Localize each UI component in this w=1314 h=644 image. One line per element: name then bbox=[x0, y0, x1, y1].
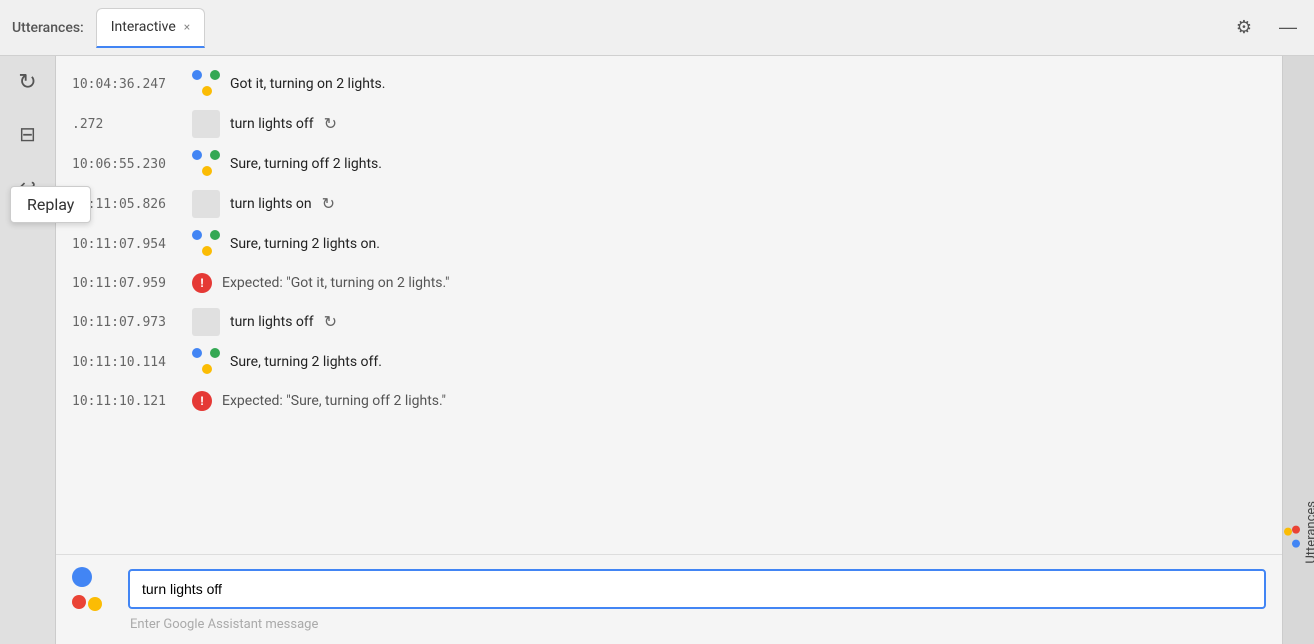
dot-blue bbox=[192, 150, 202, 160]
message-text: Got it, turning on 2 lights. bbox=[230, 76, 1266, 92]
message-text: Expected: "Got it, turning on 2 lights." bbox=[222, 275, 1266, 291]
dot-yellow bbox=[202, 86, 212, 96]
message-text: turn lights off ↻ bbox=[230, 112, 1266, 136]
dot-red bbox=[72, 595, 86, 609]
dot-green bbox=[210, 230, 220, 240]
timestamp: 10:11:10.121 bbox=[72, 394, 182, 409]
dot-blue bbox=[192, 230, 202, 240]
timestamp: 10:11:10.114 bbox=[72, 355, 182, 370]
messages-list: 10:04:36.247 Got it, turning on 2 lights… bbox=[56, 56, 1282, 554]
assistant-avatar bbox=[192, 230, 220, 258]
title-label: Utterances: bbox=[12, 20, 84, 36]
left-sidebar: ↻ ⊟ ↩ Replay bbox=[0, 56, 56, 644]
timestamp: 10:11:07.959 bbox=[72, 276, 182, 291]
main-layout: ↻ ⊟ ↩ Replay 10:04:36.247 Got it, turnin… bbox=[0, 56, 1314, 644]
title-bar-actions: ⚙ — bbox=[1230, 14, 1302, 42]
content-area: 10:04:36.247 Got it, turning on 2 lights… bbox=[56, 56, 1282, 644]
input-hint: Enter Google Assistant message bbox=[72, 617, 1266, 632]
message-text: Expected: "Sure, turning off 2 lights." bbox=[222, 393, 1266, 409]
message-text: Sure, turning off 2 lights. bbox=[230, 156, 1266, 172]
assistant-avatar bbox=[192, 150, 220, 178]
message-row: 10:06:55.230 Sure, turning off 2 lights. bbox=[56, 144, 1282, 184]
timestamp: 10:11:07.973 bbox=[72, 315, 182, 330]
message-row: 10:11:10.121 ! Expected: "Sure, turning … bbox=[56, 382, 1282, 420]
message-text: Sure, turning 2 lights on. bbox=[230, 236, 1266, 252]
minimize-button[interactable]: — bbox=[1274, 14, 1302, 42]
replay-button[interactable]: ↻ bbox=[320, 112, 341, 136]
tab-close-button[interactable]: × bbox=[184, 21, 190, 33]
dot-blue bbox=[192, 70, 202, 80]
ga-right-avatar bbox=[1278, 526, 1300, 548]
replay-button[interactable]: ↻ bbox=[320, 310, 341, 334]
replay-tooltip: Replay bbox=[10, 186, 91, 223]
gear-button[interactable]: ⚙ bbox=[1230, 14, 1258, 42]
timestamp: 10:11:07.954 bbox=[72, 237, 182, 252]
save-icon-button[interactable]: ⊟ bbox=[10, 116, 46, 152]
dot-yellow bbox=[202, 246, 212, 256]
user-avatar bbox=[192, 110, 220, 138]
right-sidebar-label: Utterances bbox=[1278, 501, 1314, 564]
dot-blue bbox=[1292, 540, 1300, 548]
replay-button[interactable]: ↻ bbox=[318, 192, 339, 216]
interactive-tab[interactable]: Interactive × bbox=[96, 8, 205, 48]
timestamp: .272 bbox=[72, 117, 182, 132]
dot-blue bbox=[192, 348, 202, 358]
message-row: .272 turn lights off ↻ bbox=[56, 104, 1282, 144]
tab-label: Interactive bbox=[111, 19, 176, 35]
dot-green bbox=[210, 70, 220, 80]
dot-yellow bbox=[1284, 528, 1292, 536]
message-row: 10:11:05.826 turn lights on ↻ bbox=[56, 184, 1282, 224]
user-avatar bbox=[192, 308, 220, 336]
assistant-avatar bbox=[192, 70, 220, 98]
dot-red bbox=[1292, 526, 1300, 534]
message-row: 10:04:36.247 Got it, turning on 2 lights… bbox=[56, 64, 1282, 104]
ga-large-avatar bbox=[72, 567, 116, 611]
dot-green bbox=[210, 150, 220, 160]
message-row: 10:11:10.114 Sure, turning 2 lights off. bbox=[56, 342, 1282, 382]
message-text: turn lights off ↻ bbox=[230, 310, 1266, 334]
dot-yellow bbox=[202, 166, 212, 176]
message-row: 10:11:07.954 Sure, turning 2 lights on. bbox=[56, 224, 1282, 264]
timestamp: 10:04:36.247 bbox=[72, 77, 182, 92]
timestamp: 10:06:55.230 bbox=[72, 157, 182, 172]
dot-yellow bbox=[202, 364, 212, 374]
assistant-avatar bbox=[192, 348, 220, 376]
input-area: Enter Google Assistant message bbox=[56, 554, 1282, 644]
user-avatar bbox=[192, 190, 220, 218]
replay-icon-button[interactable]: ↻ bbox=[10, 64, 46, 100]
error-icon: ! bbox=[192, 391, 212, 411]
dot-green bbox=[210, 348, 220, 358]
message-row: 10:11:07.959 ! Expected: "Got it, turnin… bbox=[56, 264, 1282, 302]
title-bar: Utterances: Interactive × ⚙ — bbox=[0, 0, 1314, 56]
input-row bbox=[72, 567, 1266, 611]
dot-blue bbox=[72, 567, 92, 587]
right-sidebar: Utterances bbox=[1282, 56, 1314, 644]
message-text: Sure, turning 2 lights off. bbox=[230, 354, 1266, 370]
message-text: turn lights on ↻ bbox=[230, 192, 1266, 216]
message-row: 10:11:07.973 turn lights off ↻ bbox=[56, 302, 1282, 342]
error-icon: ! bbox=[192, 273, 212, 293]
dot-yellow bbox=[88, 597, 102, 611]
message-input[interactable] bbox=[128, 569, 1266, 609]
